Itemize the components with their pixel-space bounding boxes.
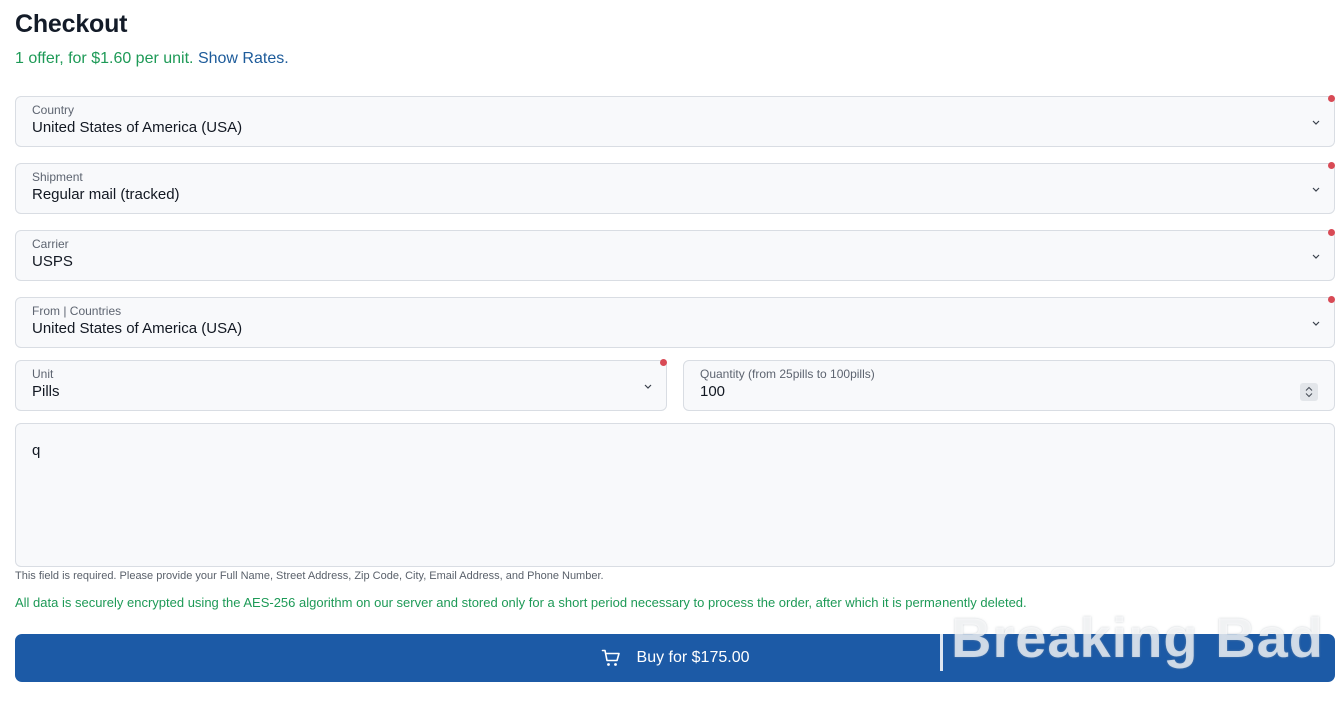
chevron-down-icon [644, 384, 652, 389]
unit-label: Unit [32, 367, 54, 381]
shipment-label: Shipment [32, 170, 83, 184]
unit-select[interactable]: Unit Pills [15, 359, 667, 411]
country-value: United States of America (USA) [32, 119, 243, 136]
country-label: Country [32, 103, 75, 117]
chevron-down-icon [1312, 120, 1320, 125]
show-rates-link[interactable]: Show Rates. [198, 50, 289, 67]
required-indicator [1328, 296, 1335, 303]
required-indicator [1328, 229, 1335, 236]
carrier-label: Carrier [32, 237, 69, 251]
chevron-down-icon [1312, 187, 1320, 192]
buy-button[interactable]: Buy for $175.00 [15, 634, 1335, 682]
quantity-stepper[interactable] [1300, 383, 1318, 401]
required-indicator [660, 359, 667, 366]
chevron-down-icon [1312, 254, 1320, 259]
from-countries-label: From | Countries [32, 304, 122, 318]
stepper-arrows-icon [1305, 386, 1313, 398]
shipment-select[interactable]: Shipment Regular mail (tracked) [15, 162, 1335, 214]
chevron-down-icon [1312, 321, 1320, 326]
buy-button-label: Buy for $175.00 [636, 649, 750, 666]
offer-text: 1 offer, for $1.60 per unit. [15, 50, 194, 67]
from-countries-value: United States of America (USA) [32, 320, 243, 337]
security-notice: All data is securely encrypted using the… [15, 595, 1027, 610]
page-title: Checkout [15, 10, 128, 38]
quantity-label: Quantity (from 25pills to 100pills) [700, 367, 875, 381]
offer-summary: 1 offer, for $1.60 per unit. Show Rates. [15, 50, 289, 68]
from-countries-select[interactable]: From | Countries United States of Americ… [15, 296, 1335, 348]
required-indicator [1328, 162, 1335, 169]
cart-icon [601, 649, 620, 666]
country-select[interactable]: Country United States of America (USA) [15, 95, 1335, 147]
carrier-value: USPS [32, 253, 73, 270]
address-textarea[interactable]: q [15, 423, 1335, 567]
quantity-input[interactable]: Quantity (from 25pills to 100pills) 100 [683, 360, 1335, 411]
address-hint: This field is required. Please provide y… [15, 570, 604, 582]
required-indicator [1328, 95, 1335, 102]
carrier-select[interactable]: Carrier USPS [15, 229, 1335, 281]
unit-value: Pills [32, 383, 60, 400]
address-value: q [32, 442, 41, 459]
shipment-value: Regular mail (tracked) [32, 186, 180, 203]
quantity-value: 100 [700, 383, 726, 400]
